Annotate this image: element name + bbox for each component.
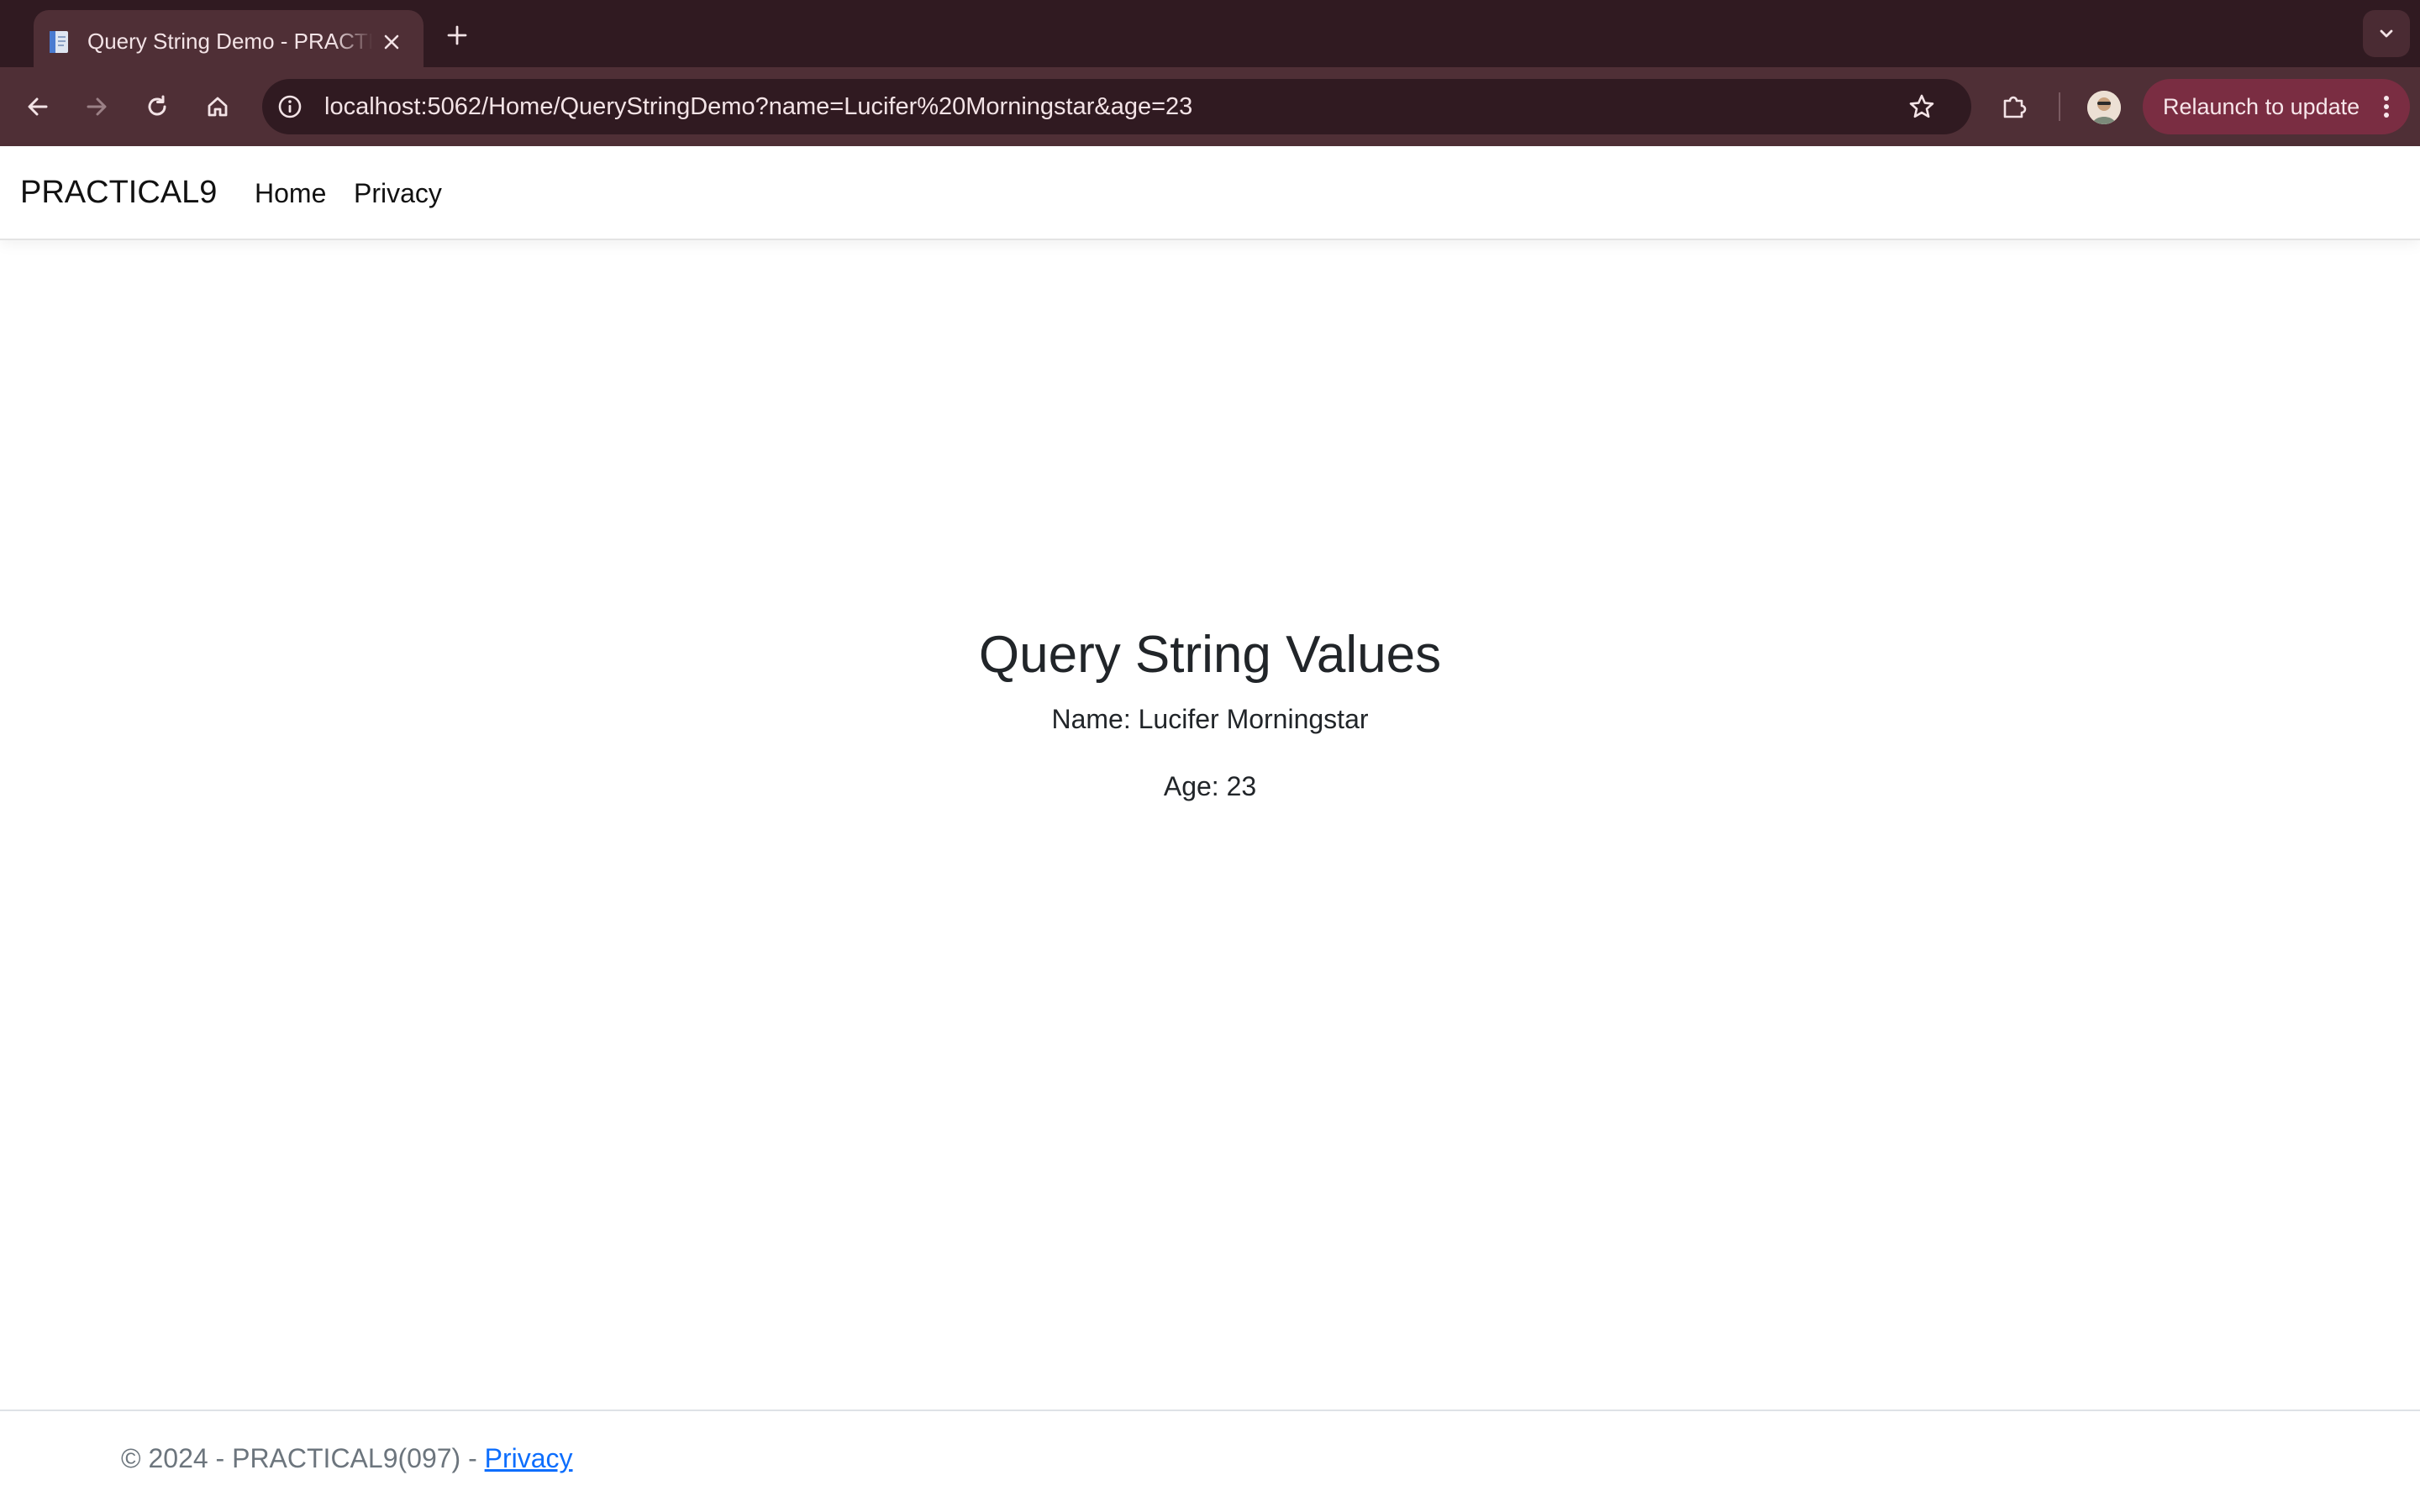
puzzle-icon[interactable]: [1993, 86, 2035, 128]
relaunch-button[interactable]: Relaunch to update: [2143, 79, 2410, 134]
page-heading: Query String Values: [978, 626, 1442, 684]
tab-title: Query String Demo - PRACTICAL9: [87, 29, 373, 54]
close-icon[interactable]: [376, 27, 407, 57]
url-text[interactable]: localhost:5062/Home/QueryStringDemo?name…: [324, 92, 1753, 122]
reload-icon[interactable]: [136, 86, 178, 128]
arrow-right-icon[interactable]: [76, 86, 118, 128]
site-footer: © 2024 - PRACTICAL9(097) - Privacy: [0, 1410, 2420, 1512]
age-value: Age: 23: [1163, 771, 1257, 801]
nav-link-home[interactable]: Home: [255, 176, 326, 210]
name-value: Name: Lucifer Morningstar: [1051, 704, 1369, 734]
tab-strip: Query String Demo - PRACTICAL9: [0, 0, 2420, 67]
plus-icon[interactable]: [439, 17, 476, 54]
home-icon[interactable]: [197, 86, 239, 128]
footer-copyright: © 2024 - PRACTICAL9(097) -: [121, 1443, 485, 1473]
more-vertical-icon[interactable]: [2370, 90, 2403, 123]
relaunch-label: Relaunch to update: [2163, 94, 2360, 119]
address-bar[interactable]: localhost:5062/Home/QueryStringDemo?name…: [262, 79, 1971, 134]
avatar[interactable]: [2087, 91, 2121, 124]
browser-toolbar: localhost:5062/Home/QueryStringDemo?name…: [0, 67, 2420, 146]
star-icon[interactable]: [1902, 87, 1941, 126]
toolbar-divider: [2059, 92, 2060, 121]
nav-link-privacy[interactable]: Privacy: [354, 176, 442, 210]
page-icon: [47, 29, 72, 55]
chevron-down-icon[interactable]: [2363, 10, 2410, 57]
browser-tab[interactable]: Query String Demo - PRACTICAL9: [34, 10, 424, 67]
footer-privacy-link[interactable]: Privacy: [485, 1443, 573, 1473]
main-content: Query String Values Name: Lucifer Mornin…: [0, 242, 2420, 1410]
arrow-left-icon[interactable]: [17, 86, 59, 128]
site-navbar: PRACTICAL9 Home Privacy: [0, 146, 2420, 240]
brand-link[interactable]: PRACTICAL9: [20, 173, 217, 212]
footer-text: © 2024 - PRACTICAL9(097) - Privacy: [121, 1441, 573, 1475]
info-icon[interactable]: [274, 91, 306, 123]
